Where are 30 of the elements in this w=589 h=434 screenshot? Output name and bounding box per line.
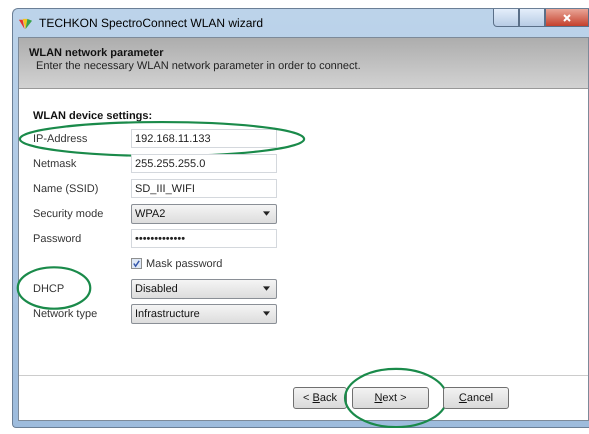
- wizard-button[interactable]: < Back: [293, 387, 347, 409]
- dropdown[interactable]: Disabled: [131, 278, 277, 298]
- caret-icon: [263, 286, 270, 291]
- section-heading: WLAN device settings:: [33, 110, 154, 122]
- field-label: Netmask: [33, 158, 78, 170]
- field-label: Name (SSID): [33, 182, 100, 194]
- maximize-button[interactable]: [519, 9, 545, 27]
- checkbox[interactable]: [131, 258, 142, 269]
- text-field[interactable]: SD_III_WIFI: [131, 179, 277, 198]
- window-title: TECHKON SpectroConnect WLAN wizard: [39, 16, 264, 30]
- caret-icon: [263, 311, 270, 316]
- text-field[interactable]: 192.168.11.133: [131, 129, 277, 148]
- close-button[interactable]: [545, 9, 589, 27]
- field-label: Security mode: [33, 208, 104, 220]
- field-label: Network type: [33, 308, 98, 320]
- caret-icon: [263, 211, 270, 216]
- password-field[interactable]: •••••••••••••: [131, 229, 277, 248]
- text-field[interactable]: 255.255.255.0: [131, 154, 277, 173]
- wizard-button[interactable]: Cancel: [443, 387, 509, 409]
- minimize-button[interactable]: [493, 9, 519, 27]
- dropdown[interactable]: Infrastructure: [131, 304, 277, 324]
- page-heading: WLAN network parameter: [29, 47, 164, 59]
- checkbox-label: Mask password: [146, 258, 222, 270]
- close-icon: [562, 12, 572, 22]
- wizard-button[interactable]: Next >: [352, 387, 429, 409]
- page-description: Enter the necessary WLAN network parameter in order to connect.: [36, 60, 362, 72]
- dropdown[interactable]: WPA2: [131, 204, 277, 224]
- field-label: DHCP: [33, 282, 66, 294]
- field-label: IP-Address: [33, 132, 88, 144]
- field-label: Password: [33, 232, 82, 244]
